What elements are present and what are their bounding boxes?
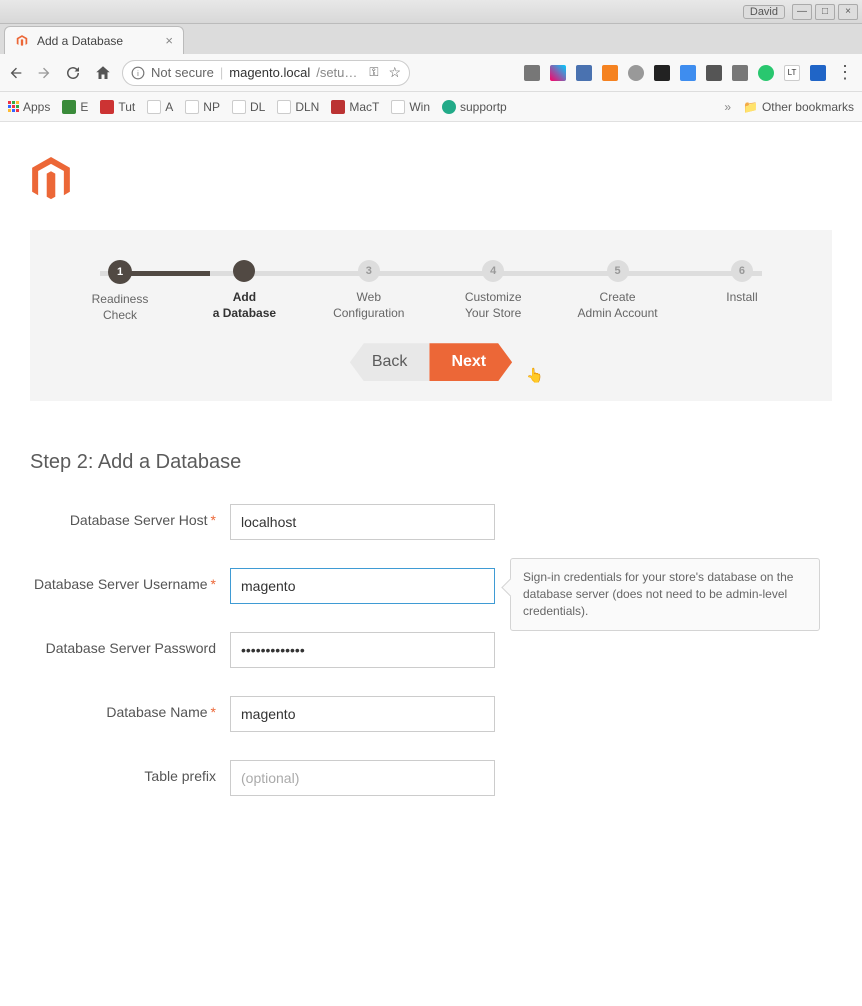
magento-logo-icon — [30, 157, 72, 205]
other-bookmarks[interactable]: 📁Other bookmarks — [743, 100, 854, 114]
bookmark-item[interactable]: DLN — [277, 100, 319, 114]
extension-icons: LT ⋮ — [524, 62, 854, 83]
bookmark-item[interactable]: Win — [391, 100, 430, 114]
step-readiness: 1 ReadinessCheck — [70, 260, 170, 323]
row-table-prefix: Table prefix — [30, 760, 832, 796]
row-db-password: Database Server Password — [30, 632, 832, 668]
info-icon: i — [131, 66, 145, 80]
step-web-config: 3 WebConfiguration — [319, 260, 419, 323]
user-badge: David — [743, 5, 785, 19]
label-db-name: Database Name* — [30, 696, 230, 720]
step-customize: 4 CustomizeYour Store — [443, 260, 543, 323]
ext-icon[interactable] — [602, 65, 618, 81]
security-label: Not secure — [151, 65, 214, 80]
progress-ribbon: 1 ReadinessCheck Adda Database 3 WebConf… — [30, 230, 832, 401]
apps-bookmark[interactable]: Apps — [8, 100, 50, 114]
overflow-chevron-icon[interactable]: » — [724, 100, 731, 114]
next-button[interactable]: Next — [429, 343, 512, 381]
row-db-name: Database Name* — [30, 696, 832, 732]
row-db-host: Database Server Host* — [30, 504, 832, 540]
close-icon[interactable]: × — [165, 33, 173, 48]
logo-row — [30, 157, 832, 210]
ext-icon[interactable] — [524, 65, 540, 81]
ext-icon[interactable] — [550, 65, 566, 81]
minimize-button[interactable]: — — [792, 4, 812, 20]
bookmark-item[interactable]: A — [147, 100, 173, 114]
bookmark-item[interactable]: Tut — [100, 100, 135, 114]
bookmarks-bar: Apps E Tut A NP DL DLN MacT Win supportp… — [0, 92, 862, 122]
input-db-name[interactable] — [230, 696, 495, 732]
ext-icon[interactable] — [654, 65, 670, 81]
label-table-prefix: Table prefix — [30, 760, 230, 784]
input-db-host[interactable] — [230, 504, 495, 540]
ext-icon[interactable] — [810, 65, 826, 81]
address-bar[interactable]: i Not secure | magento.local/setu… ⚿ ☆ — [122, 60, 410, 86]
bookmark-item[interactable]: MacT — [331, 100, 379, 114]
browser-tab[interactable]: Add a Database × — [4, 26, 184, 54]
ext-icon[interactable] — [758, 65, 774, 81]
label-db-username: Database Server Username* — [30, 568, 230, 592]
reload-icon[interactable] — [64, 64, 82, 82]
bookmark-item[interactable]: NP — [185, 100, 220, 114]
setup-steps: 1 ReadinessCheck Adda Database 3 WebConf… — [70, 260, 792, 323]
step-install: 6 Install — [692, 260, 792, 323]
input-table-prefix[interactable] — [230, 760, 495, 796]
input-db-username[interactable] — [230, 568, 495, 604]
page-content: 1 ReadinessCheck Adda Database 3 WebConf… — [0, 122, 862, 1006]
menu-icon[interactable]: ⋮ — [836, 62, 854, 83]
ext-icon[interactable] — [628, 65, 644, 81]
ext-icon[interactable] — [706, 65, 722, 81]
maximize-button[interactable]: □ — [815, 4, 835, 20]
bookmark-item[interactable]: DL — [232, 100, 265, 114]
section-title: Step 2: Add a Database — [30, 451, 832, 474]
ext-icon[interactable] — [680, 65, 696, 81]
bookmark-item[interactable]: E — [62, 100, 88, 114]
folder-icon: 📁 — [743, 100, 758, 114]
magento-favicon-icon — [15, 34, 29, 48]
close-window-button[interactable]: × — [838, 4, 858, 20]
back-icon[interactable] — [8, 65, 24, 81]
row-db-username: Database Server Username* Sign-in creden… — [30, 568, 832, 604]
url-host: magento.local — [229, 65, 310, 80]
url-path: /setu… — [316, 65, 357, 80]
username-tooltip: Sign-in credentials for your store's dat… — [510, 558, 820, 630]
step-admin: 5 CreateAdmin Account — [568, 260, 668, 323]
ext-icon[interactable] — [732, 65, 748, 81]
ext-icon[interactable]: LT — [784, 65, 800, 81]
home-icon[interactable] — [94, 64, 112, 82]
label-db-password: Database Server Password — [30, 632, 230, 656]
cursor-pointer-icon: 👆 — [526, 367, 543, 384]
input-db-password[interactable] — [230, 632, 495, 668]
tab-title: Add a Database — [37, 34, 157, 48]
ext-icon[interactable] — [576, 65, 592, 81]
step-add-database: Adda Database — [194, 260, 294, 323]
label-db-host: Database Server Host* — [30, 504, 230, 528]
window-titlebar: David — □ × — [0, 0, 862, 24]
forward-icon[interactable] — [36, 65, 52, 81]
wizard-nav-buttons: Back Next — [70, 343, 792, 381]
browser-toolbar: i Not secure | magento.local/setu… ⚿ ☆ L… — [0, 54, 862, 92]
browser-tab-strip: Add a Database × — [0, 24, 862, 54]
back-button[interactable]: Back — [350, 343, 430, 381]
svg-text:i: i — [137, 68, 139, 77]
bookmark-item[interactable]: supportp — [442, 100, 507, 114]
